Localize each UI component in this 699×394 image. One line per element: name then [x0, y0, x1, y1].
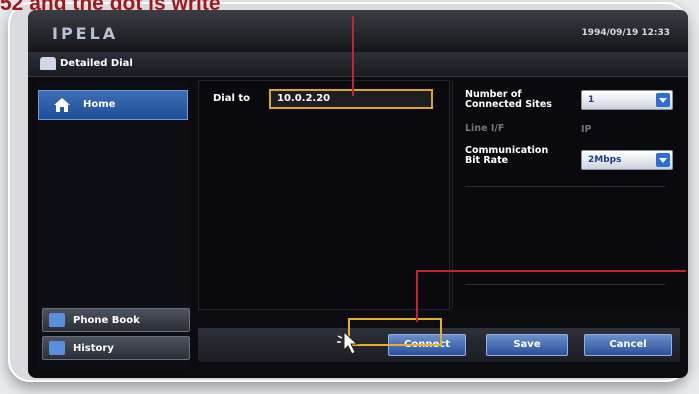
chevron-down-icon: [656, 93, 670, 107]
divider: [465, 284, 665, 285]
history-label: History: [73, 343, 114, 354]
history-icon: [49, 341, 65, 355]
dial-to-input[interactable]: 10.0.2.20: [269, 89, 433, 109]
save-button[interactable]: Save: [486, 334, 568, 356]
connected-sites-value: 1: [588, 95, 595, 105]
bit-rate-value: 2Mbps: [588, 155, 622, 165]
home-button[interactable]: Home: [38, 90, 188, 120]
phone-icon: [40, 57, 56, 70]
home-button-label: Home: [83, 99, 116, 110]
dial-to-label: Dial to: [213, 93, 251, 104]
annotation-line: [416, 270, 418, 322]
line-if-label: Line I/F: [465, 123, 505, 134]
cancel-button[interactable]: Cancel: [584, 334, 672, 356]
window-title: Detailed Dial: [60, 58, 133, 69]
datetime-display: 1994/09/19 12:33: [581, 28, 670, 38]
phone-book-button[interactable]: Phone Book: [42, 308, 190, 332]
home-icon: [54, 98, 70, 112]
divider: [465, 186, 665, 187]
bit-rate-select[interactable]: 2Mbps: [581, 150, 673, 170]
sidebar: Home Phone Book History: [38, 82, 190, 370]
top-bar: IPELA 1994/09/19 12:33: [28, 10, 688, 52]
bit-rate-label: Communication Bit Rate: [465, 145, 549, 166]
chevron-down-icon: [656, 153, 670, 167]
pointer-cursor-icon: [337, 330, 359, 355]
line-if-value: IP: [581, 124, 592, 135]
history-button[interactable]: History: [42, 336, 190, 360]
phone-book-label: Phone Book: [73, 315, 140, 326]
connected-sites-label: Number of Connected Sites: [465, 89, 552, 110]
connected-sites-select[interactable]: 1: [581, 90, 673, 110]
annotation-caption: 52 and the dot is write: [0, 0, 221, 15]
dial-panel: Dial to 10.0.2.20: [198, 80, 450, 310]
annotation-line: [416, 270, 686, 272]
brand-logo: IPELA: [52, 24, 119, 43]
connect-highlight-box: [348, 318, 442, 346]
settings-panel: Number of Connected Sites 1 Line I/F IP …: [452, 80, 681, 308]
phone-book-icon: [49, 313, 65, 327]
window-titlebar: Detailed Dial: [28, 52, 688, 77]
annotation-line: [352, 16, 354, 96]
